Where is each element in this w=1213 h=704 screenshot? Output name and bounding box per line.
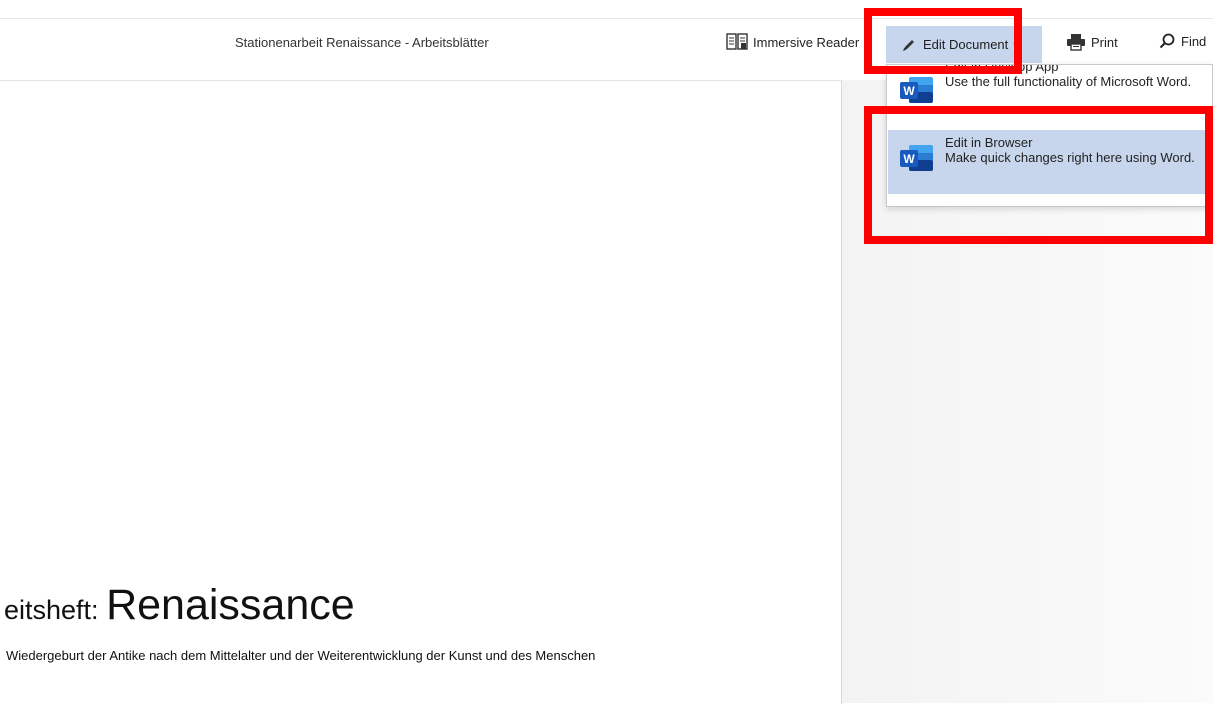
heading-prefix: eitsheft: (4, 595, 107, 625)
immersive-reader-icon (726, 33, 748, 51)
search-icon (1159, 33, 1175, 49)
print-label: Print (1091, 34, 1118, 50)
print-button[interactable]: Print (1061, 33, 1118, 51)
edit-in-desktop-app-description: Use the full functionality of Microsoft … (945, 74, 1192, 89)
document-page[interactable]: eitsheft: Renaissance Wiedergeburt der A… (0, 80, 842, 704)
immersive-reader-button[interactable]: Immersive Reader (726, 33, 864, 51)
document-heading: eitsheft: Renaissance (4, 584, 355, 627)
find-button[interactable]: Find (1153, 33, 1206, 49)
heading-main: Renaissance (106, 581, 355, 629)
word-icon: W (899, 75, 935, 110)
toolbar: Stationenarbeit Renaissance - Arbeitsblä… (0, 0, 1213, 68)
document-subtitle: Wiedergeburt der Antike nach dem Mittela… (6, 648, 596, 663)
toolbar-divider (0, 18, 1213, 19)
printer-icon (1066, 33, 1086, 51)
svg-text:W: W (903, 84, 915, 98)
highlight-edit-document (864, 8, 1022, 74)
document-title: Stationenarbeit Renaissance - Arbeitsblä… (235, 35, 489, 50)
immersive-reader-label: Immersive Reader (753, 34, 860, 50)
highlight-edit-in-browser (864, 106, 1213, 244)
find-label: Find (1181, 33, 1207, 49)
